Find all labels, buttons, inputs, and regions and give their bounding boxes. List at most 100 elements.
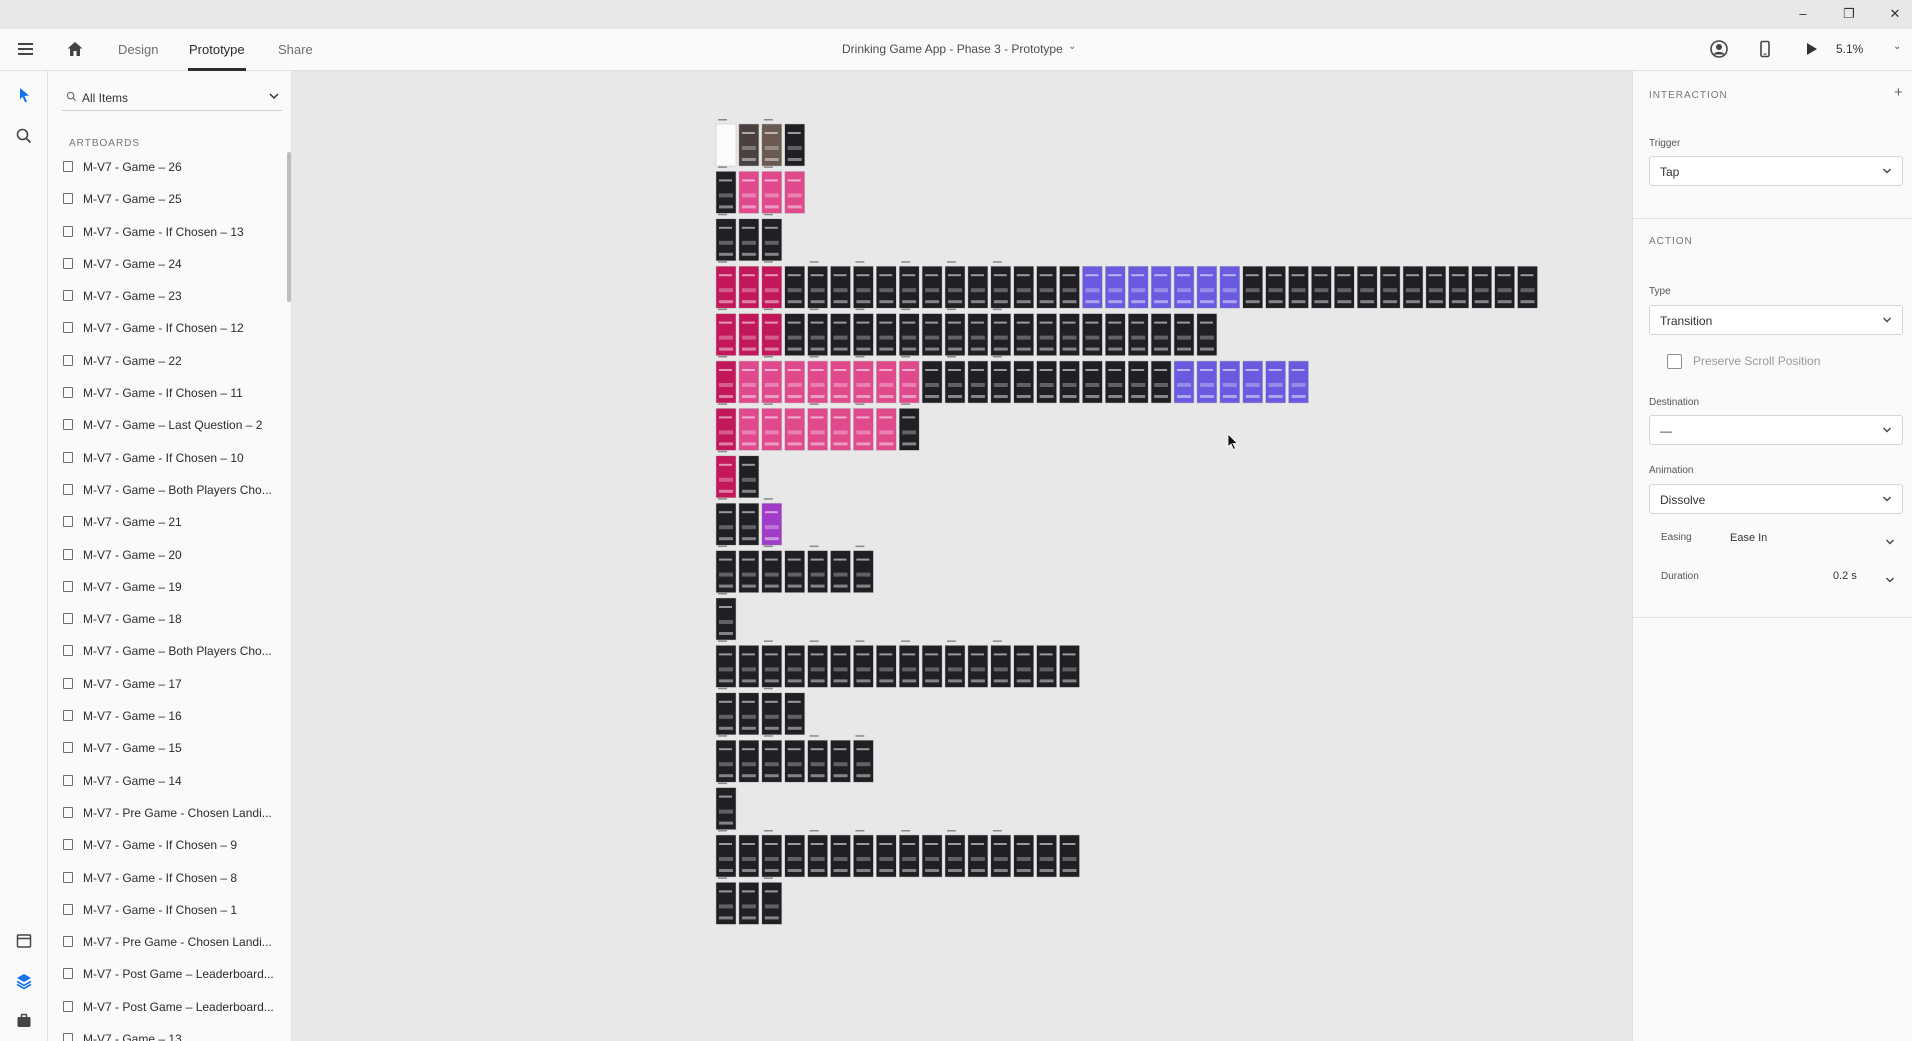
artboard-thumbnail[interactable] bbox=[1127, 265, 1149, 309]
artboard-thumbnail[interactable] bbox=[715, 265, 737, 309]
artboard-thumbnail[interactable] bbox=[761, 645, 783, 688]
artboard-thumbnail[interactable] bbox=[1036, 645, 1057, 688]
artboard-thumbnail[interactable] bbox=[898, 408, 920, 451]
artboard-thumbnail[interactable] bbox=[761, 265, 783, 309]
user-icon[interactable] bbox=[1709, 39, 1729, 59]
artboard-thumbnail[interactable] bbox=[921, 645, 943, 688]
artboard-thumbnail[interactable] bbox=[1082, 265, 1103, 309]
tab-design[interactable]: Design bbox=[118, 42, 158, 57]
artboard-thumbnail[interactable] bbox=[761, 739, 783, 783]
artboard-thumbnail[interactable] bbox=[1425, 265, 1447, 309]
artboard-thumbnail[interactable] bbox=[784, 123, 805, 167]
artboard-thumbnail[interactable] bbox=[967, 645, 989, 688]
artboard-thumbnail[interactable] bbox=[1334, 265, 1355, 309]
type-dropdown[interactable]: Transition bbox=[1649, 305, 1903, 335]
artboard-thumbnail[interactable] bbox=[761, 502, 783, 546]
tab-prototype[interactable]: Prototype bbox=[189, 42, 245, 57]
artboard-thumbnail[interactable] bbox=[761, 408, 783, 451]
artboard-list-item[interactable]: M-V7 - Post Game – Leaderboard... bbox=[48, 958, 288, 990]
artboard-list-item[interactable]: M-V7 - Game – 19 bbox=[48, 571, 288, 603]
restore-button[interactable]: ❐ bbox=[1838, 4, 1860, 24]
artboard-thumbnail[interactable] bbox=[944, 313, 966, 356]
artboard-thumbnail[interactable] bbox=[715, 502, 737, 546]
artboard-thumbnail[interactable] bbox=[853, 834, 874, 878]
artboard-thumbnail[interactable] bbox=[1517, 265, 1538, 309]
artboard-thumbnail[interactable] bbox=[1173, 313, 1195, 356]
artboard-thumbnail[interactable] bbox=[761, 218, 783, 262]
artboard-thumbnail[interactable] bbox=[784, 645, 805, 688]
artboard-thumbnail[interactable] bbox=[738, 455, 760, 499]
artboard-thumbnail[interactable] bbox=[876, 360, 897, 404]
artboard-thumbnail[interactable] bbox=[738, 645, 760, 688]
artboard-thumbnail[interactable] bbox=[761, 313, 783, 356]
artboard-thumbnail[interactable] bbox=[1082, 313, 1103, 356]
artboard-thumbnail[interactable] bbox=[738, 834, 760, 878]
artboard-filter[interactable]: All Items bbox=[62, 85, 282, 111]
artboard-thumbnail[interactable] bbox=[738, 550, 760, 593]
artboard-thumbnail[interactable] bbox=[784, 739, 805, 783]
artboard-thumbnail[interactable] bbox=[1379, 265, 1401, 309]
artboard-thumbnail[interactable] bbox=[738, 739, 760, 783]
artboard-thumbnail[interactable] bbox=[1150, 265, 1172, 309]
artboard-list-item[interactable]: M-V7 - Game – 16 bbox=[48, 700, 288, 732]
artboard-list-item[interactable]: M-V7 - Game – Both Players Cho... bbox=[48, 635, 288, 667]
artboard-thumbnail[interactable] bbox=[1150, 313, 1172, 356]
artboard-thumbnail[interactable] bbox=[1127, 360, 1149, 404]
artboard-list-item[interactable]: M-V7 - Game – 14 bbox=[48, 765, 288, 797]
artboard-thumbnail[interactable] bbox=[990, 834, 1012, 878]
artboard-thumbnail[interactable] bbox=[830, 313, 851, 356]
artboard-thumbnail[interactable] bbox=[876, 313, 897, 356]
artboard-thumbnail[interactable] bbox=[807, 360, 828, 404]
artboard-thumbnail[interactable] bbox=[738, 692, 760, 736]
artboard-thumbnail[interactable] bbox=[738, 123, 760, 167]
trigger-dropdown[interactable]: Tap bbox=[1649, 156, 1903, 186]
hamburger-menu-icon[interactable] bbox=[18, 43, 33, 55]
artboard-list-item[interactable]: M-V7 - Game – 20 bbox=[48, 539, 288, 571]
artboard-thumbnail[interactable] bbox=[738, 313, 760, 356]
artboard-thumbnail[interactable] bbox=[1013, 360, 1034, 404]
zoom-level[interactable]: 5.1% bbox=[1836, 42, 1863, 56]
artboard-thumbnail[interactable] bbox=[738, 171, 760, 214]
artboard-thumbnail[interactable] bbox=[738, 408, 760, 451]
artboard-thumbnail[interactable] bbox=[1288, 265, 1309, 309]
artboard-list-item[interactable]: M-V7 - Game – 17 bbox=[48, 668, 288, 700]
artboard-thumbnail[interactable] bbox=[715, 882, 737, 925]
artboard-thumbnail[interactable] bbox=[990, 645, 1012, 688]
play-icon[interactable] bbox=[1801, 39, 1821, 59]
artboard-thumbnail[interactable] bbox=[830, 739, 851, 783]
artboard-list-item[interactable]: M-V7 - Game - If Chosen – 1 bbox=[48, 894, 288, 926]
artboard-thumbnail[interactable] bbox=[1173, 265, 1195, 309]
artboard-thumbnail[interactable] bbox=[761, 171, 783, 214]
artboard-thumbnail[interactable] bbox=[921, 834, 943, 878]
artboard-thumbnail[interactable] bbox=[1219, 360, 1241, 404]
artboard-thumbnail[interactable] bbox=[761, 550, 783, 593]
artboard-thumbnail[interactable] bbox=[944, 265, 966, 309]
artboard-thumbnail[interactable] bbox=[898, 834, 920, 878]
artboard-thumbnail[interactable] bbox=[715, 739, 737, 783]
artboard-thumbnail[interactable] bbox=[715, 787, 737, 830]
artboard-list-item[interactable]: M-V7 - Game – 15 bbox=[48, 732, 288, 764]
artboard-thumbnail[interactable] bbox=[715, 360, 737, 404]
assets-icon[interactable] bbox=[14, 931, 34, 951]
artboard-thumbnail[interactable] bbox=[898, 313, 920, 356]
artboard-thumbnail[interactable] bbox=[853, 645, 874, 688]
minimize-button[interactable]: – bbox=[1792, 4, 1814, 24]
artboard-thumbnail[interactable] bbox=[807, 834, 828, 878]
artboard-thumbnail[interactable] bbox=[1036, 265, 1057, 309]
artboard-thumbnail[interactable] bbox=[1265, 360, 1286, 404]
artboard-thumbnail[interactable] bbox=[715, 408, 737, 451]
artboard-thumbnail[interactable] bbox=[853, 313, 874, 356]
artboard-thumbnail[interactable] bbox=[1196, 360, 1218, 404]
artboard-thumbnail[interactable] bbox=[1036, 313, 1057, 356]
artboard-thumbnail[interactable] bbox=[761, 882, 783, 925]
preserve-scroll-checkbox[interactable] bbox=[1667, 354, 1682, 369]
artboard-thumbnail[interactable] bbox=[967, 313, 989, 356]
artboard-thumbnail[interactable] bbox=[1242, 360, 1263, 404]
artboard-thumbnail[interactable] bbox=[784, 265, 805, 309]
artboard-thumbnail[interactable] bbox=[1471, 265, 1492, 309]
artboard-thumbnail[interactable] bbox=[830, 550, 851, 593]
artboard-thumbnail[interactable] bbox=[784, 171, 805, 214]
artboard-thumbnail[interactable] bbox=[830, 834, 851, 878]
tab-share[interactable]: Share bbox=[278, 42, 313, 57]
artboard-list-item[interactable]: M-V7 - Game - If Chosen – 13 bbox=[48, 216, 288, 248]
